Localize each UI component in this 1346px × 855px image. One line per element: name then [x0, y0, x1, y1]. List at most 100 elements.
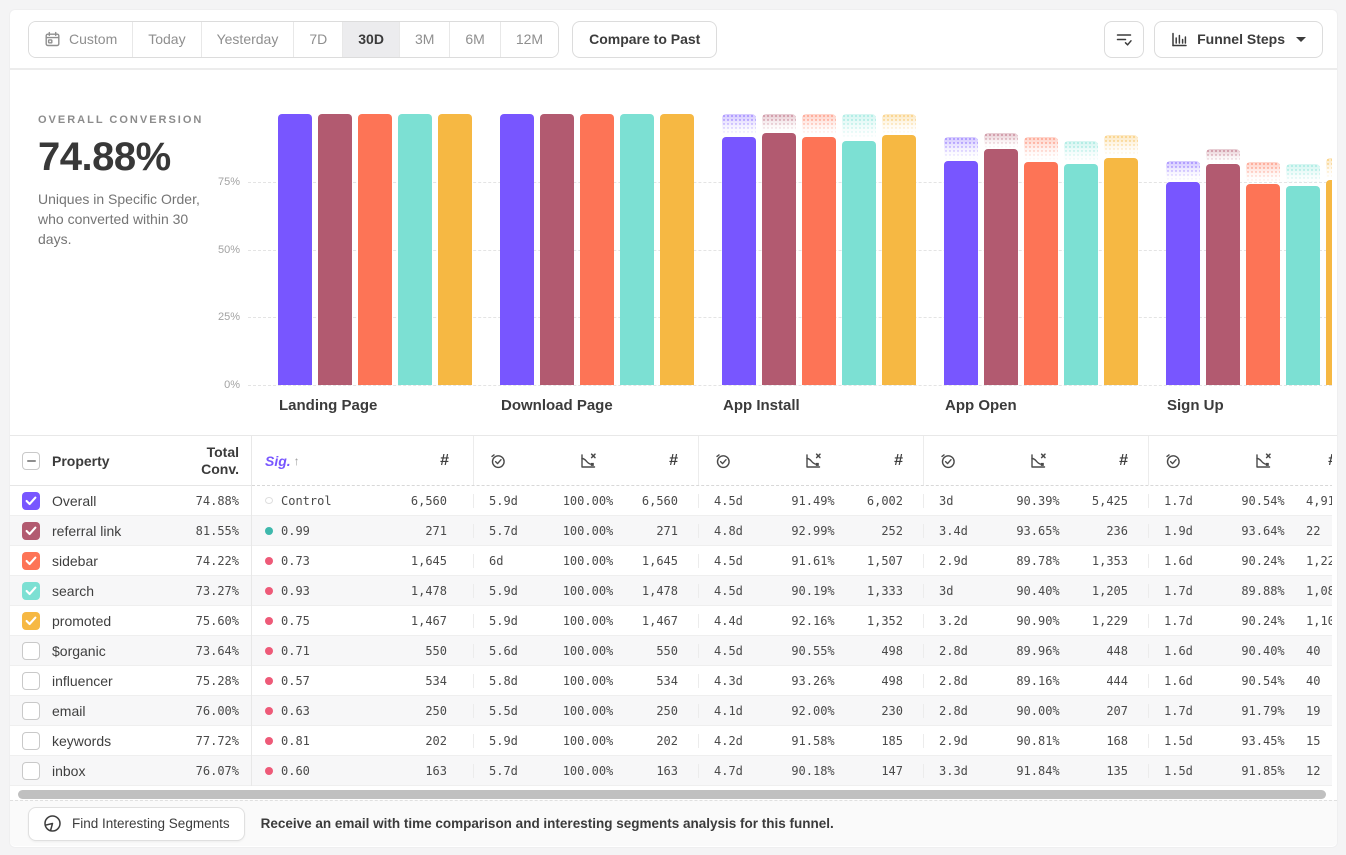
funnel-bar-promoted[interactable]	[882, 135, 916, 385]
data-row-keywords[interactable]: 0.812025.9d100.00%2024.2d91.58%1852.9d90…	[252, 726, 1332, 756]
funnel-bar-promoted[interactable]	[438, 114, 472, 385]
funnel-bar-sidebar[interactable]	[1246, 184, 1280, 385]
funnel-bar-sidebar[interactable]	[1024, 162, 1058, 385]
date-range-30d[interactable]: 30D	[342, 22, 399, 57]
bar-chart-icon	[1171, 31, 1188, 48]
funnel-bar-search[interactable]	[398, 114, 432, 385]
count-value: 1,229	[1092, 614, 1128, 628]
data-row-sidebar[interactable]: 0.731,6456d100.00%1,6454.5d91.61%1,5072.…	[252, 546, 1332, 576]
data-row-referral-link[interactable]: 0.992715.7d100.00%2714.8d92.99%2523.4d93…	[252, 516, 1332, 546]
date-range-today[interactable]: Today	[132, 22, 200, 57]
property-checkbox-overall[interactable]	[22, 492, 40, 510]
data-row-email[interactable]: 0.632505.5d100.00%2504.1d92.00%2302.8d90…	[252, 696, 1332, 726]
time-value: 1.7d	[1164, 494, 1193, 508]
property-name: sidebar	[52, 553, 98, 569]
property-row-promoted[interactable]: promoted75.60%	[10, 606, 251, 636]
property-row-email[interactable]: email76.00%	[10, 696, 251, 726]
data-row-promoted[interactable]: 0.751,4675.9d100.00%1,4674.4d92.16%1,352…	[252, 606, 1332, 636]
funnel-bar-sidebar[interactable]	[358, 114, 392, 385]
funnel-bar-search[interactable]	[620, 114, 654, 385]
funnel-bar-promoted[interactable]	[660, 114, 694, 385]
date-range-custom[interactable]: Custom	[29, 22, 132, 57]
conversion-rate-cell: 90.54%	[1222, 494, 1304, 508]
funnel-bar-overall[interactable]	[278, 114, 312, 385]
property-row--organic[interactable]: $organic73.64%	[10, 636, 251, 666]
sig-column-header[interactable]: Sig.↑#	[252, 436, 473, 485]
funnel-steps-dropdown[interactable]: Funnel Steps	[1154, 21, 1323, 58]
sig-cell: Control6,560	[252, 494, 473, 508]
property-checkbox-referral-link[interactable]	[22, 522, 40, 540]
funnel-bar-overall[interactable]	[944, 161, 978, 385]
date-range-label: Today	[148, 31, 185, 47]
property-checkbox-email[interactable]	[22, 702, 40, 720]
date-range-3m[interactable]: 3M	[399, 22, 449, 57]
rate-value: 100.00%	[563, 734, 614, 748]
property-checkbox-keywords[interactable]	[22, 732, 40, 750]
data-row-overall[interactable]: Control6,5605.9d100.00%6,5604.5d91.49%6,…	[252, 486, 1332, 516]
funnel-bar-promoted[interactable]	[1326, 180, 1332, 385]
property-checkbox--organic[interactable]	[22, 642, 40, 660]
funnel-bar-promoted[interactable]	[1104, 158, 1138, 385]
step-column-group: #	[923, 436, 1148, 485]
time-value: 2.8d	[939, 644, 968, 658]
property-checkbox-promoted[interactable]	[22, 612, 40, 630]
horizontal-scrollbar[interactable]	[18, 790, 1326, 799]
data-row-influencer[interactable]: 0.575345.8d100.00%5344.3d93.26%4982.8d89…	[252, 666, 1332, 696]
funnel-report-card: Custom Today Yesterday7D30D3M6M12M Compare…	[10, 10, 1337, 847]
time-to-convert-cell: 5.6d	[489, 644, 547, 658]
funnel-bar-overall[interactable]	[722, 137, 756, 385]
funnel-bar-referral-link[interactable]	[318, 114, 352, 385]
property-row-search[interactable]: search73.27%	[10, 576, 251, 606]
property-name: influencer	[52, 673, 113, 689]
compare-to-past-button[interactable]: Compare to Past	[572, 21, 717, 58]
funnel-bar-referral-link[interactable]	[1206, 164, 1240, 385]
data-row--organic[interactable]: 0.715505.6d100.00%5504.5d90.55%4982.8d89…	[252, 636, 1332, 666]
property-row-overall[interactable]: Overall74.88%	[10, 486, 251, 516]
property-row-referral-link[interactable]: referral link81.55%	[10, 516, 251, 546]
funnel-bar-referral-link[interactable]	[762, 133, 796, 385]
date-range-12m[interactable]: 12M	[500, 22, 558, 57]
property-row-inbox[interactable]: inbox76.07%	[10, 756, 251, 786]
property-row-keywords[interactable]: keywords77.72%	[10, 726, 251, 756]
property-checkbox-influencer[interactable]	[22, 672, 40, 690]
count-value: 135	[1106, 764, 1128, 778]
funnel-bar-sidebar[interactable]	[580, 114, 614, 385]
step-cells-group: 5.9d100.00%1,478	[473, 584, 698, 598]
funnel-bar-referral-link[interactable]	[984, 149, 1018, 385]
count-value: 1,507	[867, 554, 903, 568]
property-name: referral link	[52, 523, 121, 539]
property-row-sidebar[interactable]: sidebar74.22%	[10, 546, 251, 576]
date-range-7d[interactable]: 7D	[293, 22, 342, 57]
funnel-bar-overall[interactable]	[1166, 182, 1200, 385]
chart-options-button[interactable]	[1104, 21, 1144, 58]
toolbar: Custom Today Yesterday7D30D3M6M12M Compare…	[10, 10, 1337, 70]
sig-text: 0.73	[281, 554, 310, 568]
property-checkbox-search[interactable]	[22, 582, 40, 600]
funnel-bar-search[interactable]	[1064, 164, 1098, 385]
time-value: 4.7d	[714, 764, 743, 778]
funnel-bar-overall[interactable]	[500, 114, 534, 385]
time-value: 5.9d	[489, 734, 518, 748]
funnel-bar-sidebar[interactable]	[802, 137, 836, 385]
step-cells-group: 1.6d90.54%40	[1148, 674, 1332, 688]
count-value: 444	[1106, 674, 1128, 688]
date-range-6m[interactable]: 6M	[449, 22, 499, 57]
conversion-rate-icon	[1222, 452, 1304, 470]
funnel-bar-search[interactable]	[842, 141, 876, 385]
date-range-yesterday[interactable]: Yesterday	[201, 22, 294, 57]
data-row-inbox[interactable]: 0.601635.7d100.00%1634.7d90.18%1473.3d91…	[252, 756, 1332, 786]
property-checkbox-inbox[interactable]	[22, 762, 40, 780]
select-all-checkbox[interactable]	[22, 452, 40, 470]
total-conv-column-header[interactable]: Total Conv.	[201, 444, 239, 477]
segments-icon	[43, 814, 62, 833]
count-cell: 202	[629, 734, 698, 748]
conversion-rate-cell: 93.45%	[1222, 734, 1304, 748]
property-row-influencer[interactable]: influencer75.28%	[10, 666, 251, 696]
find-segments-button[interactable]: Find Interesting Segments	[28, 807, 245, 841]
funnel-bar-search[interactable]	[1286, 186, 1320, 385]
property-checkbox-sidebar[interactable]	[22, 552, 40, 570]
funnel-bar-referral-link[interactable]	[540, 114, 574, 385]
property-column-header[interactable]: Property	[52, 453, 110, 469]
table-scroll-viewport[interactable]: Sig.↑##### Control6,5605.9d100.00%6,5604…	[252, 436, 1332, 786]
data-row-search[interactable]: 0.931,4785.9d100.00%1,4784.5d90.19%1,333…	[252, 576, 1332, 606]
